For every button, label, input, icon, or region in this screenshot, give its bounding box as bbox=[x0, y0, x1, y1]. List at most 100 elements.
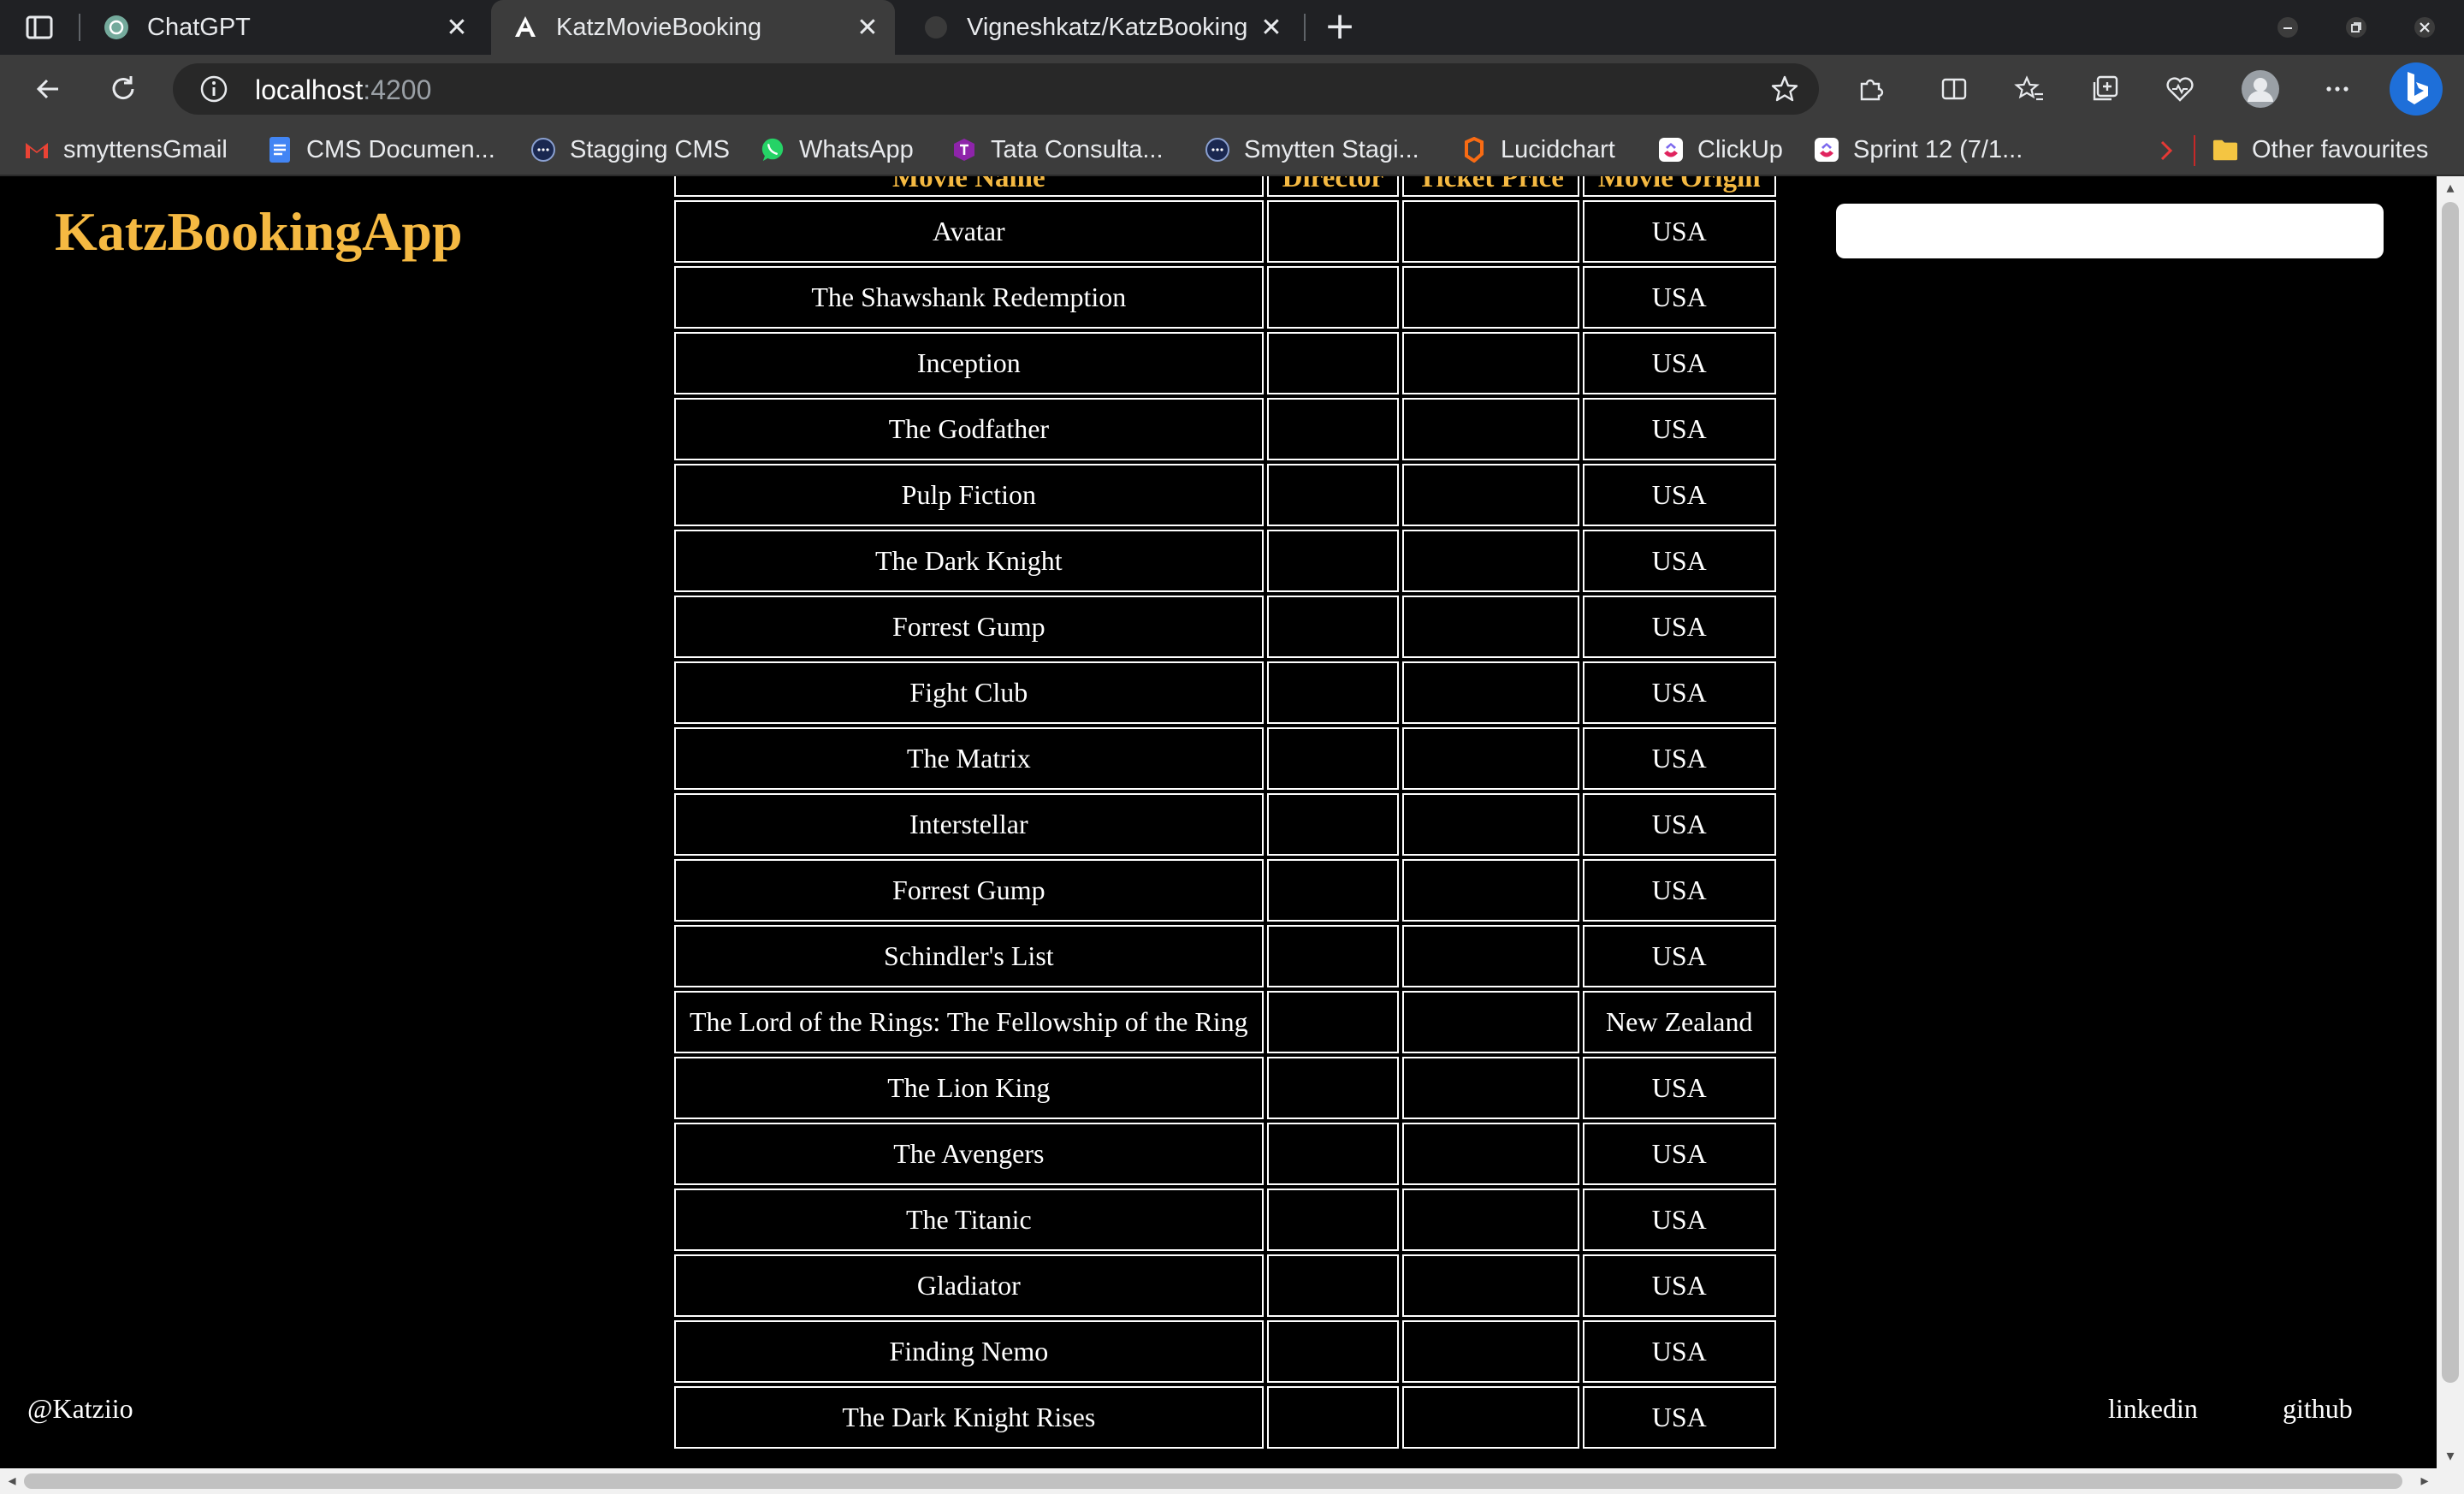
movie-table-body: Avatar USA The Shawshank Redemption USA Ince… bbox=[674, 200, 1776, 1449]
table-row: Forrest Gump USA bbox=[674, 859, 1776, 922]
horizontal-scrollbar[interactable]: ◂ ▸ bbox=[0, 1468, 2464, 1494]
bookmark-whatsapp[interactable]: WhatsApp bbox=[760, 133, 914, 166]
table-row: The Lord of the Rings: The Fellowship of… bbox=[674, 991, 1776, 1053]
cell-ticket-price bbox=[1402, 464, 1579, 526]
horizontal-scroll-thumb[interactable] bbox=[24, 1473, 2402, 1489]
bookmark-clickup[interactable]: ClickUp bbox=[1658, 133, 1783, 166]
url-port: :4200 bbox=[363, 74, 432, 105]
cell-director bbox=[1266, 1057, 1400, 1119]
lucidchart-icon bbox=[1461, 137, 1487, 163]
bookmark-stagging-cms[interactable]: Stagging CMS bbox=[530, 133, 730, 166]
table-row: Inception USA bbox=[674, 332, 1776, 394]
table-row: Gladiator USA bbox=[674, 1254, 1776, 1317]
url-host: localhost bbox=[255, 74, 364, 105]
restore-icon[interactable] bbox=[2339, 12, 2373, 43]
extensions-icon[interactable] bbox=[1853, 72, 1887, 106]
reload-icon[interactable] bbox=[104, 70, 142, 108]
scroll-right-icon[interactable]: ▸ bbox=[2416, 1473, 2433, 1490]
profile-avatar[interactable] bbox=[2240, 68, 2281, 110]
tab-title: Vigneshkatz/KatzBooking bbox=[967, 13, 1248, 41]
cell-ticket-price bbox=[1402, 727, 1579, 790]
footer-handle: @Katziio bbox=[27, 1393, 133, 1424]
bookmark-smytten-staging[interactable]: Smytten Stagi... bbox=[1205, 133, 1419, 166]
footer-github-link[interactable]: github bbox=[2283, 1393, 2353, 1425]
bookmark-label: CMS Documen... bbox=[306, 135, 495, 163]
bookmark-tata-consultancy[interactable]: Tata Consulta... bbox=[951, 133, 1164, 166]
browser-toolbar: localhost:4200 bbox=[0, 55, 2464, 123]
cell-director bbox=[1266, 859, 1400, 922]
cell-director bbox=[1266, 200, 1400, 263]
bookmark-sprint-12[interactable]: Sprint 12 (7/1... bbox=[1814, 133, 2023, 166]
cell-director bbox=[1266, 1123, 1400, 1185]
app-brand-title[interactable]: KatzBookingApp bbox=[55, 200, 463, 264]
cell-movie-origin: USA bbox=[1582, 793, 1776, 856]
collections-icon[interactable] bbox=[2088, 72, 2122, 106]
cell-ticket-price bbox=[1402, 200, 1579, 263]
page-viewport: KatzBookingApp Movie Name Director Ticke… bbox=[0, 176, 2437, 1468]
close-tab-icon[interactable]: ✕ bbox=[1256, 12, 1287, 43]
clickup-icon bbox=[1814, 137, 1839, 163]
cell-director bbox=[1266, 596, 1400, 658]
table-row: The Dark Knight USA bbox=[674, 530, 1776, 592]
tab-title: ChatGPT bbox=[147, 13, 251, 41]
browser-essentials-icon[interactable] bbox=[2163, 72, 2197, 106]
bookmark-label: Stagging CMS bbox=[570, 135, 730, 163]
cell-movie-origin: USA bbox=[1582, 596, 1776, 658]
bookmark-smyttensgmail[interactable]: smyttensGmail bbox=[24, 133, 228, 166]
browser-tab-strip: ChatGPT ✕ KatzMovieBooking ✕ Vigneshkatz… bbox=[0, 0, 2464, 55]
minimize-icon[interactable] bbox=[2271, 12, 2305, 43]
cell-movie-name: Finding Nemo bbox=[674, 1320, 1264, 1383]
cell-director bbox=[1266, 661, 1400, 724]
table-row: The Dark Knight Rises USA bbox=[674, 1386, 1776, 1449]
close-tab-icon[interactable]: ✕ bbox=[441, 12, 472, 43]
split-screen-icon[interactable] bbox=[1937, 72, 1971, 106]
cell-movie-origin: USA bbox=[1582, 1123, 1776, 1185]
search-input[interactable] bbox=[1836, 204, 2384, 258]
scroll-left-icon[interactable]: ◂ bbox=[3, 1473, 21, 1490]
back-icon[interactable] bbox=[29, 70, 67, 108]
site-info-icon[interactable] bbox=[198, 74, 229, 104]
cell-ticket-price bbox=[1402, 859, 1579, 922]
favorite-star-icon[interactable] bbox=[1769, 74, 1800, 104]
address-bar[interactable]: localhost:4200 bbox=[173, 63, 1819, 115]
cell-director bbox=[1266, 1254, 1400, 1317]
cell-movie-origin: USA bbox=[1582, 1386, 1776, 1449]
bookmark-other-favourites[interactable]: Other favourites bbox=[2212, 133, 2428, 166]
tab-actions-icon[interactable] bbox=[24, 12, 55, 43]
favorites-icon[interactable] bbox=[2012, 72, 2046, 106]
cell-movie-name: Fight Club bbox=[674, 661, 1264, 724]
tab-katzmoviebooking[interactable]: KatzMovieBooking ✕ bbox=[491, 0, 895, 55]
bookmark-label: Tata Consulta... bbox=[991, 135, 1164, 163]
cell-ticket-price bbox=[1402, 1254, 1579, 1317]
table-row: The Lion King USA bbox=[674, 1057, 1776, 1119]
cell-ticket-price bbox=[1402, 991, 1579, 1053]
clickup-icon bbox=[1658, 137, 1684, 163]
scroll-down-icon[interactable]: ▾ bbox=[2442, 1448, 2459, 1465]
copilot-icon[interactable] bbox=[2389, 62, 2443, 116]
cell-ticket-price bbox=[1402, 266, 1579, 329]
vertical-scrollbar[interactable]: ▴ ▾ bbox=[2437, 176, 2464, 1468]
bookmark-cms-documentation[interactable]: CMS Documen... bbox=[267, 133, 495, 166]
tab-github-repo[interactable]: Vigneshkatz/KatzBooking ✕ bbox=[902, 0, 1299, 55]
scroll-up-icon[interactable]: ▴ bbox=[2442, 180, 2459, 197]
close-window-icon[interactable] bbox=[2408, 12, 2442, 43]
cell-ticket-price bbox=[1402, 398, 1579, 460]
more-bookmarks-chevron-icon[interactable] bbox=[2151, 135, 2182, 166]
table-row: Finding Nemo USA bbox=[674, 1320, 1776, 1383]
cell-movie-origin: USA bbox=[1582, 661, 1776, 724]
cell-director bbox=[1266, 793, 1400, 856]
footer-linkedin-link[interactable]: linkedin bbox=[2108, 1393, 2198, 1425]
bookmark-label: Smytten Stagi... bbox=[1244, 135, 1419, 163]
cell-ticket-price bbox=[1402, 530, 1579, 592]
close-tab-icon[interactable]: ✕ bbox=[852, 12, 883, 43]
cell-movie-origin: USA bbox=[1582, 1320, 1776, 1383]
bookmark-lucidchart[interactable]: Lucidchart bbox=[1461, 133, 1615, 166]
cell-movie-name: The Godfather bbox=[674, 398, 1264, 460]
cell-ticket-price bbox=[1402, 925, 1579, 987]
new-tab-button[interactable]: + bbox=[1323, 8, 1357, 45]
more-menu-icon[interactable] bbox=[2320, 72, 2354, 106]
tab-chatgpt[interactable]: ChatGPT ✕ bbox=[82, 0, 484, 55]
table-row: Interstellar USA bbox=[674, 793, 1776, 856]
folder-icon bbox=[2212, 137, 2238, 163]
vertical-scroll-thumb[interactable] bbox=[2442, 202, 2459, 1383]
